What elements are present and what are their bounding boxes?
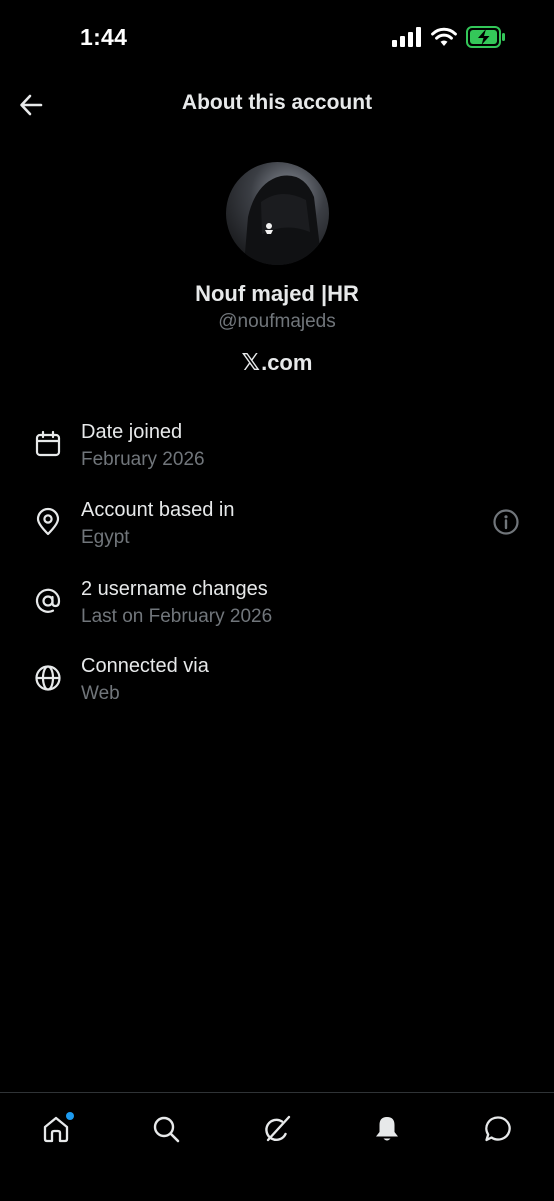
site-suffix: .com: [261, 349, 313, 375]
status-time: 1:44: [80, 24, 128, 50]
info-subtitle: Last on February 2026: [81, 606, 273, 627]
nav-messages[interactable]: [476, 1107, 520, 1151]
nav-home[interactable]: [34, 1107, 78, 1151]
info-title: 2 username changes: [81, 578, 268, 600]
info-row-account-based-in: Account based in Egypt: [0, 499, 554, 559]
nav-grok[interactable]: [255, 1107, 299, 1151]
status-bar: 1:44: [0, 0, 554, 76]
search-icon: [153, 1116, 180, 1143]
battery-charging-icon: [466, 26, 505, 48]
info-title: Date joined: [81, 421, 183, 443]
site-link[interactable]: 𝕏 .com: [0, 349, 554, 376]
info-title: Account based in: [81, 499, 235, 521]
grok-icon: [265, 1115, 291, 1142]
info-title: Connected via: [81, 655, 209, 677]
location-pin-icon: [36, 507, 60, 536]
x-logo: 𝕏: [241, 349, 261, 375]
avatar[interactable]: [226, 162, 329, 265]
globe-icon: [35, 665, 61, 691]
info-row-connected-via: Connected via Web: [0, 655, 554, 715]
calendar-icon: [35, 430, 61, 457]
display-name: Nouf majed |HR: [195, 281, 359, 306]
info-subtitle: Web: [81, 683, 120, 704]
handle: @noufmajeds: [218, 311, 336, 332]
bottom-nav: [0, 1092, 554, 1201]
status-icons: [392, 26, 506, 48]
info-subtitle: February 2026: [81, 449, 205, 470]
info-row-username-changes: 2 username changes Last on February 2026: [0, 578, 554, 638]
page-title: About this account: [181, 91, 373, 114]
wifi-icon: [431, 27, 457, 46]
bell-icon: [376, 1117, 398, 1141]
header: About this account: [0, 76, 554, 134]
nav-notifications[interactable]: [365, 1107, 409, 1151]
cellular-signal-icon: [392, 27, 421, 47]
nav-search[interactable]: [144, 1107, 188, 1151]
info-row-date-joined: Date joined February 2026: [0, 421, 554, 481]
message-icon: [485, 1116, 511, 1142]
info-subtitle: Egypt: [81, 527, 130, 548]
notification-dot: [66, 1112, 74, 1120]
info-circle-icon[interactable]: [491, 507, 521, 537]
at-sign-icon: [35, 588, 61, 613]
